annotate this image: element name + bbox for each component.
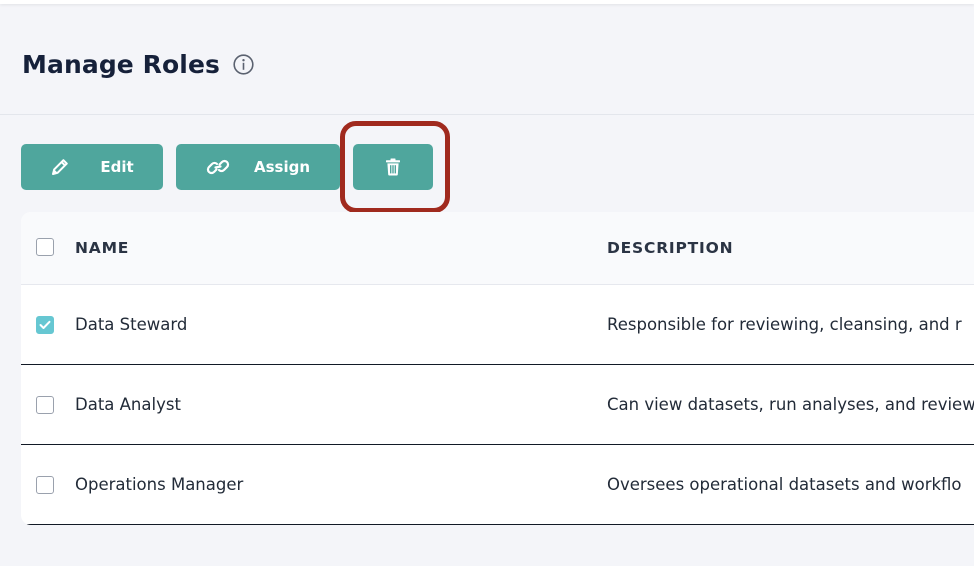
row-checkbox[interactable]: [36, 396, 54, 414]
delete-button[interactable]: [353, 144, 433, 190]
assign-button[interactable]: Assign: [176, 144, 340, 190]
info-icon[interactable]: [233, 54, 254, 75]
table-row[interactable]: Operations Manager Oversees operational …: [21, 445, 974, 525]
role-description: Can view datasets, run analyses, and rev…: [607, 395, 974, 414]
edit-button[interactable]: Edit: [21, 144, 163, 190]
roles-table: NAME DESCRIPTION Data Steward Responsibl…: [21, 212, 974, 525]
column-header-name[interactable]: NAME: [75, 239, 129, 257]
row-checkbox[interactable]: [36, 476, 54, 494]
link-icon: [206, 157, 230, 177]
role-name: Data Analyst: [75, 395, 181, 414]
top-app-bar: [0, 0, 974, 4]
table-row[interactable]: Data Steward Responsible for reviewing, …: [21, 285, 974, 365]
pencil-icon: [50, 157, 70, 177]
check-icon: [39, 320, 51, 329]
role-description: Oversees operational datasets and workfl…: [607, 475, 962, 494]
role-description: Responsible for reviewing, cleansing, an…: [607, 315, 962, 334]
table-header: NAME DESCRIPTION: [21, 212, 974, 285]
header-divider: [0, 114, 974, 115]
trash-icon: [385, 158, 401, 176]
assign-button-label: Assign: [253, 158, 311, 176]
column-header-description[interactable]: DESCRIPTION: [607, 239, 733, 257]
row-checkbox[interactable]: [36, 316, 54, 334]
select-all-checkbox[interactable]: [36, 238, 54, 256]
page-title: Manage Roles: [22, 50, 221, 79]
page-header: Manage Roles: [22, 50, 254, 79]
table-row[interactable]: Data Analyst Can view datasets, run anal…: [21, 365, 974, 445]
role-name: Data Steward: [75, 315, 188, 334]
role-name: Operations Manager: [75, 475, 244, 494]
edit-button-label: Edit: [100, 158, 134, 176]
